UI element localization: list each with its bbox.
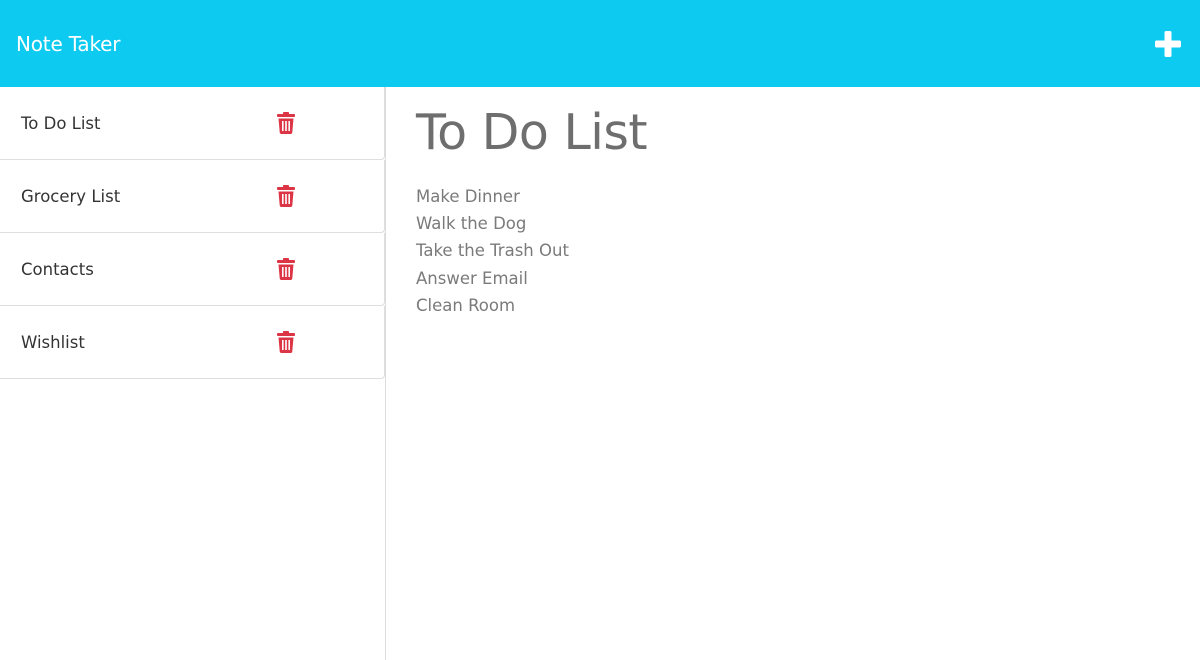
trash-icon: [277, 185, 295, 207]
trash-icon: [277, 258, 295, 280]
delete-note-button[interactable]: [276, 111, 296, 135]
plus-icon: [1155, 30, 1181, 57]
note-item-to-do-list[interactable]: To Do List: [0, 87, 385, 160]
app-root: Note Taker To Do List Grocery List Conta…: [0, 0, 1200, 660]
delete-note-button[interactable]: [276, 184, 296, 208]
note-item-contacts[interactable]: Contacts: [0, 233, 385, 306]
note-label[interactable]: Contacts: [21, 260, 271, 279]
note-editor: To Do List Make Dinner Walk the Dog Take…: [387, 87, 1200, 660]
note-text-line: Answer Email: [416, 268, 528, 288]
add-note-button[interactable]: [1148, 24, 1188, 64]
trash-icon: [277, 331, 295, 353]
note-label[interactable]: To Do List: [21, 114, 271, 133]
trash-icon: [277, 112, 295, 134]
notes-sidebar: To Do List Grocery List Contacts Wishlis…: [0, 87, 386, 660]
note-text-area[interactable]: Make Dinner Walk the Dog Take the Trash …: [416, 183, 1200, 319]
note-item-grocery-list[interactable]: Grocery List: [0, 160, 385, 233]
note-title-input[interactable]: To Do List: [416, 105, 1200, 161]
note-list: To Do List Grocery List Contacts Wishlis…: [0, 87, 385, 379]
delete-note-button[interactable]: [276, 330, 296, 354]
note-text-line: Make Dinner: [416, 187, 520, 206]
navbar: Note Taker: [0, 0, 1200, 87]
note-text-line: Take the Trash Out: [416, 241, 569, 261]
note-text-line: Clean Room: [416, 295, 516, 315]
note-label[interactable]: Grocery List: [21, 187, 271, 206]
app-title[interactable]: Note Taker: [16, 32, 120, 56]
note-label[interactable]: Wishlist: [21, 333, 271, 352]
note-text-line: Walk the Dog: [416, 214, 527, 234]
delete-note-button[interactable]: [276, 257, 296, 281]
note-item-wishlist[interactable]: Wishlist: [0, 306, 385, 379]
